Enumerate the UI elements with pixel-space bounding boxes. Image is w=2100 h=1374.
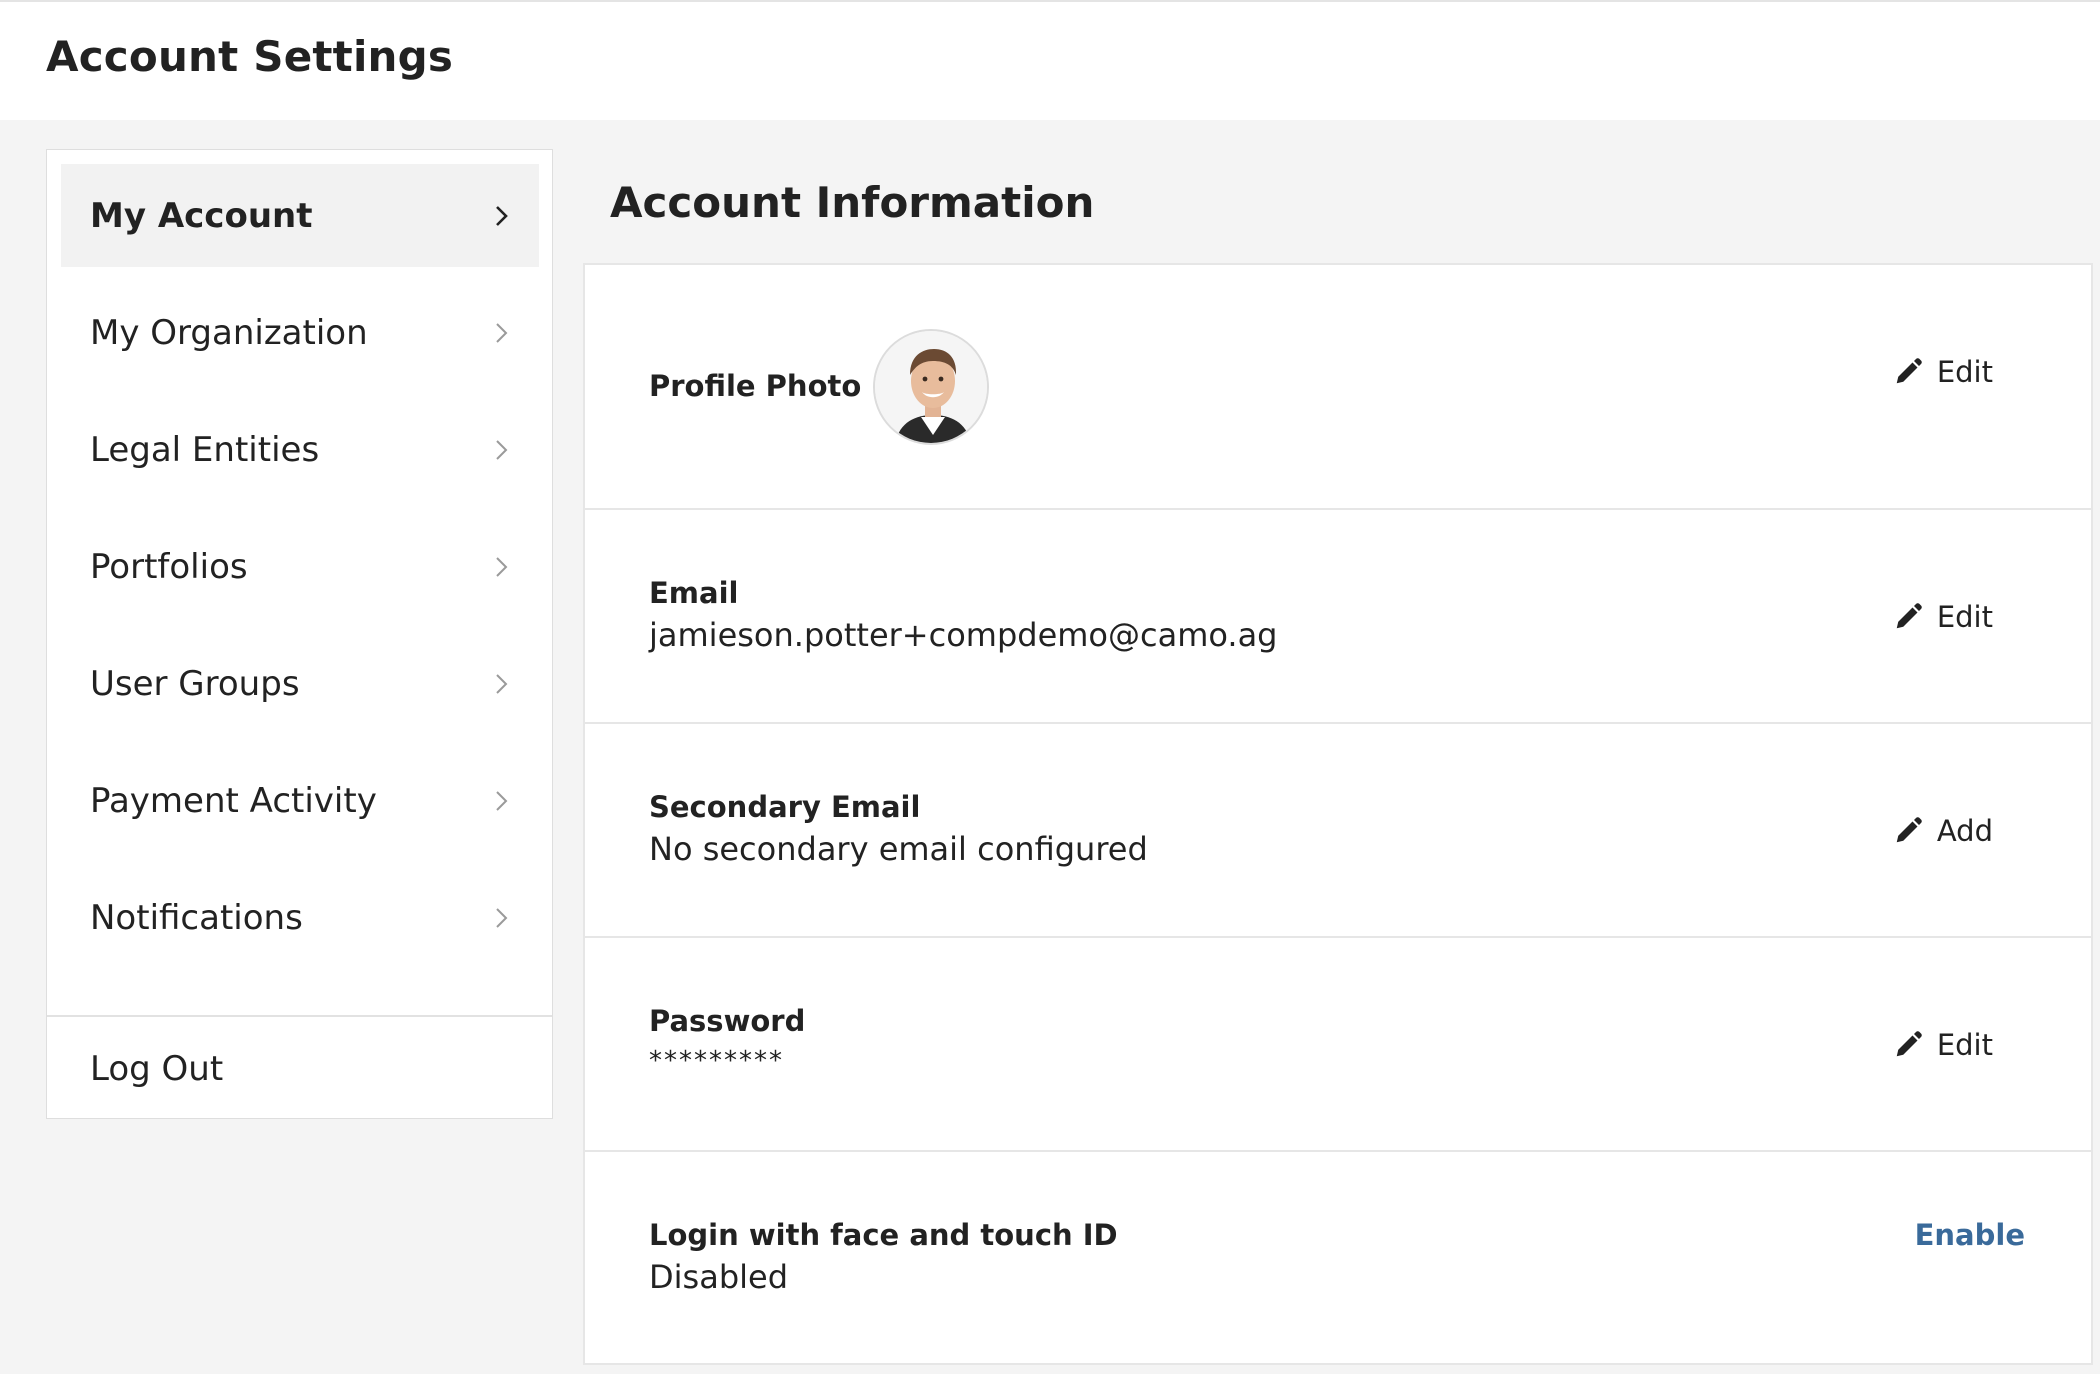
chevron-right-icon (496, 673, 508, 694)
enable-face-id-button[interactable]: Enable (1915, 1218, 2025, 1252)
add-label: Add (1936, 814, 1993, 848)
sidebar-item-payment-activity[interactable]: Payment Activity (61, 749, 539, 852)
edit-email-button[interactable]: Edit (1893, 600, 1993, 634)
sidebar-item-my-organization[interactable]: My Organization (61, 281, 539, 384)
sidebar-item-user-groups[interactable]: User Groups (61, 632, 539, 735)
edit-label: Edit (1936, 1028, 1993, 1062)
email-label: Email (649, 576, 739, 610)
pencil-icon (1896, 358, 1922, 384)
sidebar-item-label: My Account (90, 195, 313, 236)
edit-label: Edit (1936, 355, 1993, 389)
profile-photo-row: Profile Photo Edit (585, 265, 2091, 510)
logout-label: Log Out (90, 1049, 224, 1089)
edit-label: Edit (1936, 600, 1993, 634)
secondary-email-value: No secondary email configured (649, 830, 1148, 868)
sidebar-divider (47, 1015, 552, 1017)
secondary-email-label: Secondary Email (649, 790, 921, 824)
sidebar-item-portfolios[interactable]: Portfolios (61, 515, 539, 618)
content-area: My Account My Organization Legal Entitie… (0, 120, 2100, 1374)
chevron-right-icon (496, 439, 508, 460)
chevron-right-icon (496, 205, 508, 226)
sidebar-item-my-account[interactable]: My Account (61, 164, 539, 267)
page-title: Account Settings (46, 32, 454, 81)
sidebar-item-label: User Groups (90, 663, 300, 704)
profile-photo-image (875, 331, 987, 443)
edit-profile-photo-button[interactable]: Edit (1893, 355, 1993, 389)
section-title: Account Information (610, 178, 1095, 227)
email-row: Email jamieson.potter+compdemo@camo.ag E… (585, 510, 2091, 724)
sidebar-item-label: Portfolios (90, 546, 248, 587)
password-label: Password (649, 1004, 806, 1038)
password-value: ********* (649, 1046, 784, 1076)
add-secondary-email-button[interactable]: Add (1893, 814, 1993, 848)
sidebar-item-label: Notifications (90, 897, 303, 938)
settings-sidebar: My Account My Organization Legal Entitie… (46, 149, 553, 1119)
sidebar-item-label: Payment Activity (90, 780, 377, 821)
profile-photo-label: Profile Photo (649, 369, 862, 403)
secondary-email-row: Secondary Email No secondary email confi… (585, 724, 2091, 938)
logout-button[interactable]: Log Out (61, 1020, 539, 1118)
face-id-status: Disabled (649, 1258, 789, 1296)
sidebar-item-notifications[interactable]: Notifications (61, 866, 539, 969)
password-row: Password ********* Edit (585, 938, 2091, 1152)
header-bar: Account Settings (0, 0, 2100, 120)
pencil-icon (1896, 1031, 1922, 1057)
chevron-right-icon (496, 322, 508, 343)
sidebar-item-label: Legal Entities (90, 429, 320, 470)
face-id-label: Login with face and touch ID (649, 1218, 1118, 1252)
account-info-card: Profile Photo Edit Email jamieson.potter… (583, 263, 2093, 1365)
pencil-icon (1896, 817, 1922, 843)
chevron-right-icon (496, 556, 508, 577)
face-id-row: Login with face and touch ID Disabled En… (585, 1152, 2091, 1365)
sidebar-item-legal-entities[interactable]: Legal Entities (61, 398, 539, 501)
chevron-right-icon (496, 907, 508, 928)
pencil-icon (1896, 603, 1922, 629)
sidebar-item-label: My Organization (90, 312, 368, 353)
edit-password-button[interactable]: Edit (1893, 1028, 1993, 1062)
avatar (873, 329, 989, 445)
email-value: jamieson.potter+compdemo@camo.ag (649, 616, 1278, 654)
chevron-right-icon (496, 790, 508, 811)
